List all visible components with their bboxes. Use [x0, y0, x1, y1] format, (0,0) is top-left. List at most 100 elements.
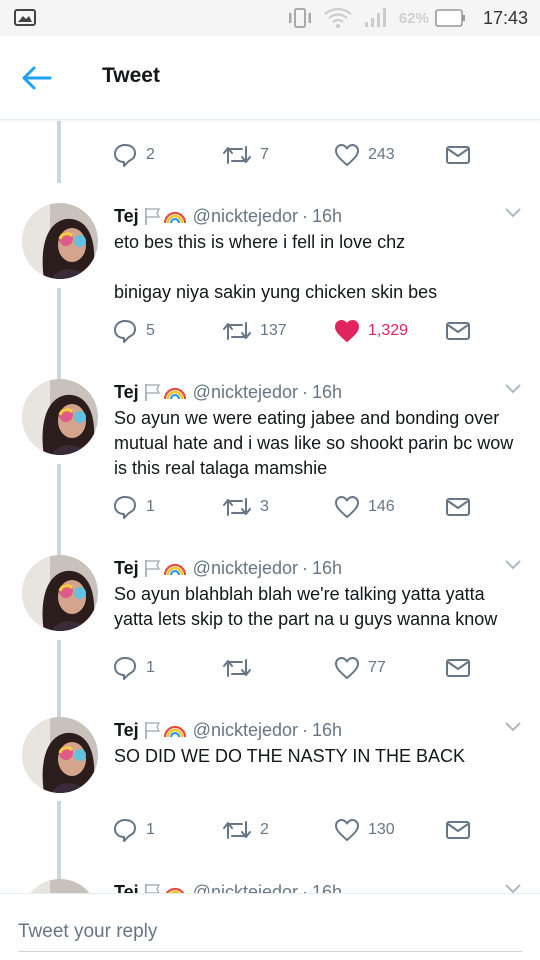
dm-button[interactable] [445, 816, 471, 844]
heart-icon [335, 144, 359, 166]
tweet-header: Tej @nicktejedor · 16h [114, 879, 342, 893]
thread-tweet[interactable]: Tej @nicktejedor · 16h [0, 879, 540, 893]
reply-input[interactable] [18, 912, 522, 952]
heart-icon [335, 819, 359, 841]
battery-percent: 62% [398, 9, 429, 27]
username[interactable]: @nicktejedor [193, 720, 298, 741]
vibrate-icon [288, 8, 311, 28]
reply-icon [114, 657, 136, 680]
reply-icon [114, 144, 136, 167]
retweet-button[interactable]: 3 [222, 493, 269, 521]
retweet-button[interactable] [222, 654, 260, 682]
white-flag-icon [144, 208, 160, 225]
separator: · [302, 557, 308, 578]
separator: · [302, 719, 308, 740]
reply-count: 5 [146, 322, 155, 339]
thread-tweet[interactable]: Tej @nicktejedor · 16h So ayun blahblah … [0, 555, 540, 717]
avatar[interactable] [22, 555, 98, 631]
like-button[interactable]: 1,329 [334, 317, 408, 345]
retweet-button[interactable]: 7 [222, 141, 269, 169]
display-name[interactable]: Tej [114, 206, 139, 227]
display-name[interactable]: Tej [114, 558, 139, 579]
status-icons: 62% 17:43 [287, 6, 528, 30]
reply-button[interactable]: 1 [112, 654, 155, 682]
username[interactable]: @nicktejedor [193, 558, 298, 579]
dm-button[interactable] [445, 141, 471, 169]
chevron-down-icon[interactable] [504, 883, 522, 893]
display-name[interactable]: Tej [114, 882, 139, 894]
chevron-down-icon[interactable] [504, 721, 522, 733]
tweet-text: So ayun blahblah blah we're talking yatt… [114, 582, 524, 632]
status-bar: 62% 17:43 [0, 0, 540, 36]
username[interactable]: @nicktejedor [193, 206, 298, 227]
reply-icon [114, 819, 136, 842]
tweet-actions: 5 137 1,329 [112, 317, 492, 345]
timestamp[interactable]: 16h [312, 882, 342, 894]
like-button[interactable]: 243 [334, 141, 395, 169]
heart-icon [335, 320, 359, 342]
rainbow-icon [163, 563, 186, 576]
rainbow-icon [163, 725, 186, 738]
timestamp[interactable]: 16h [312, 558, 342, 579]
rainbow-icon [165, 887, 184, 893]
envelope-icon [446, 821, 470, 839]
chevron-down-icon[interactable] [504, 207, 522, 219]
signal-icon [364, 8, 386, 27]
retweet-icon [223, 659, 251, 677]
thread-feed[interactable]: 2 7 243 Tej @nicktejedor · 16h eto bes t… [0, 121, 540, 893]
tweet-header: Tej @nicktejedor · 16h [114, 717, 342, 743]
retweet-button[interactable]: 2 [222, 816, 269, 844]
tweet-actions: 2 7 243 [112, 141, 492, 169]
reply-count: 1 [146, 498, 155, 515]
tweet-text: So ayun we were eating jabee and bonding… [114, 406, 524, 481]
name-emoji [143, 720, 187, 740]
like-button[interactable]: 77 [334, 654, 386, 682]
timestamp[interactable]: 16h [312, 720, 342, 741]
dm-button[interactable] [445, 654, 471, 682]
tweet-text-line: eto bes this is where i fell in love chz [114, 232, 406, 252]
separator: · [302, 881, 308, 894]
like-count: 1,329 [368, 322, 409, 339]
chevron-down-icon[interactable] [504, 383, 522, 395]
display-name[interactable]: Tej [114, 382, 139, 403]
username[interactable]: @nicktejedor [193, 382, 298, 403]
retweet-icon [223, 821, 251, 839]
avatar[interactable] [22, 379, 98, 455]
reply-icon [114, 320, 136, 343]
dm-button[interactable] [445, 493, 471, 521]
retweet-button[interactable]: 137 [222, 317, 287, 345]
reply-button[interactable]: 1 [112, 493, 155, 521]
heart-icon [335, 657, 359, 679]
tweet-header: Tej @nicktejedor · 16h [114, 203, 342, 229]
separator: · [302, 381, 308, 402]
like-button[interactable]: 146 [334, 493, 395, 521]
reply-button[interactable]: 1 [112, 816, 155, 844]
avatar[interactable] [22, 717, 98, 793]
thread-tweet[interactable]: Tej @nicktejedor · 16h So ayun we were e… [0, 379, 540, 555]
tweet-text-line: So ayun we were eating jabee and bonding… [114, 408, 514, 478]
avatar[interactable] [22, 203, 98, 279]
clock: 17:43 [482, 7, 528, 28]
retweet-icon [223, 322, 251, 340]
username[interactable]: @nicktejedor [193, 882, 298, 894]
timestamp[interactable]: 16h [312, 206, 342, 227]
like-button[interactable]: 130 [334, 816, 395, 844]
timestamp[interactable]: 16h [312, 382, 342, 403]
rainbow-icon [163, 387, 186, 400]
thread-tweet[interactable]: Tej @nicktejedor · 16h SO DID WE DO THE … [0, 717, 540, 879]
page-title: Tweet [102, 64, 160, 87]
display-name[interactable]: Tej [114, 720, 139, 741]
envelope-icon [446, 146, 470, 164]
chevron-down-icon[interactable] [504, 559, 522, 571]
dm-button[interactable] [445, 317, 471, 345]
tweet-text-line: So ayun blahblah blah we're talking yatt… [114, 584, 498, 629]
white-flag-icon [144, 560, 160, 577]
avatar[interactable] [22, 879, 98, 893]
tweet-actions: 1 2 130 [112, 816, 492, 844]
reply-button[interactable]: 5 [112, 317, 155, 345]
like-count: 77 [368, 659, 386, 676]
thread-tweet[interactable]: Tej @nicktejedor · 16h eto bes this is w… [0, 203, 540, 379]
back-arrow-icon[interactable] [20, 64, 52, 92]
reply-button[interactable]: 2 [112, 141, 155, 169]
tweet-header: Tej @nicktejedor · 16h [114, 555, 342, 581]
